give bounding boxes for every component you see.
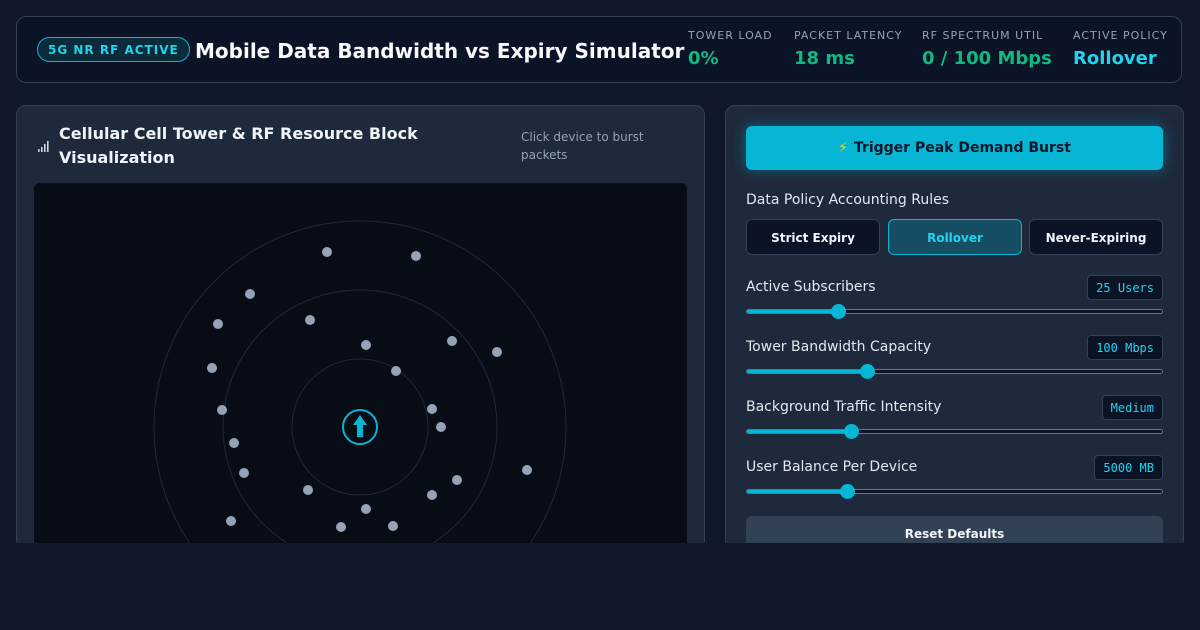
subscriber-device[interactable] bbox=[436, 422, 446, 432]
subscriber-device[interactable] bbox=[388, 521, 398, 531]
user-balance-slider[interactable] bbox=[746, 484, 1163, 499]
subscriber-device[interactable] bbox=[492, 347, 502, 357]
active-subscribers-label: Active Subscribers bbox=[746, 279, 876, 295]
subscriber-device[interactable] bbox=[229, 438, 239, 448]
subscriber-device[interactable] bbox=[391, 366, 401, 376]
slider-fill bbox=[747, 490, 847, 493]
coverage-ring-outer bbox=[153, 220, 567, 549]
stat-label: RF SPECTRUM UTIL bbox=[922, 29, 1044, 42]
trigger-burst-button[interactable]: ⚡ Trigger Peak Demand Burst bbox=[746, 126, 1163, 170]
subscriber-device[interactable] bbox=[452, 475, 462, 485]
controls-panel: ⚡ Trigger Peak Demand Burst Data Policy … bbox=[725, 105, 1184, 550]
user-balance-value: 5000 MB bbox=[1094, 455, 1163, 480]
app-title: Mobile Data Bandwidth vs Expiry Simulato… bbox=[195, 39, 685, 63]
policy-section-label: Data Policy Accounting Rules bbox=[746, 192, 949, 208]
subscriber-device[interactable] bbox=[411, 251, 421, 261]
stat-rf-spectrum-util: RF SPECTRUM UTIL 0 / 100 Mbps bbox=[922, 29, 1052, 69]
slider-fill bbox=[747, 370, 868, 373]
visualization-panel: Cellular Cell Tower & RF Resource Block … bbox=[16, 105, 705, 550]
subscriber-device[interactable] bbox=[427, 490, 437, 500]
slider-thumb[interactable] bbox=[831, 304, 847, 319]
policy-rollover-button[interactable]: Rollover bbox=[888, 219, 1022, 255]
network-status-badge: 5G NR RF ACTIVE bbox=[37, 37, 190, 62]
subscriber-device[interactable] bbox=[217, 405, 227, 415]
stat-value: 18 ms bbox=[794, 48, 855, 69]
user-balance-label: User Balance Per Device bbox=[746, 459, 918, 475]
page-background bbox=[0, 543, 1200, 630]
active-subscribers-slider[interactable] bbox=[746, 304, 1163, 319]
slider-thumb[interactable] bbox=[843, 424, 859, 439]
stat-tower-load: TOWER LOAD 0% bbox=[688, 29, 773, 69]
subscriber-device[interactable] bbox=[427, 404, 437, 414]
stat-label: ACTIVE POLICY bbox=[1073, 29, 1168, 42]
subscriber-device[interactable] bbox=[239, 468, 249, 478]
tower-icon[interactable] bbox=[342, 409, 378, 445]
visualization-title: Cellular Cell Tower & RF Resource Block … bbox=[59, 124, 418, 167]
tower-bandwidth-label: Tower Bandwidth Capacity bbox=[746, 339, 932, 355]
stat-value: 0% bbox=[688, 48, 719, 69]
stat-value: Rollover bbox=[1073, 48, 1157, 69]
tower-canvas[interactable] bbox=[34, 183, 687, 549]
subscriber-device[interactable] bbox=[522, 465, 532, 475]
subscriber-device[interactable] bbox=[361, 340, 371, 350]
stat-packet-latency: PACKET LATENCY 18 ms bbox=[794, 29, 902, 69]
subscriber-device[interactable] bbox=[336, 522, 346, 532]
stat-label: PACKET LATENCY bbox=[794, 29, 903, 42]
slider-thumb[interactable] bbox=[860, 364, 876, 379]
stat-active-policy: ACTIVE POLICY Rollover bbox=[1073, 29, 1168, 69]
subscriber-device[interactable] bbox=[447, 336, 457, 346]
background-traffic-label: Background Traffic Intensity bbox=[746, 399, 942, 415]
slider-fill bbox=[747, 430, 851, 433]
background-traffic-slider[interactable] bbox=[746, 424, 1163, 439]
active-subscribers-value: 25 Users bbox=[1087, 275, 1163, 300]
stat-value: 0 / 100 Mbps bbox=[922, 48, 1052, 69]
subscriber-device[interactable] bbox=[361, 504, 371, 514]
subscriber-device[interactable] bbox=[322, 247, 332, 257]
app-header: 5G NR RF ACTIVE Mobile Data Bandwidth vs… bbox=[16, 16, 1182, 83]
tower-visualization bbox=[153, 220, 567, 549]
slider-fill bbox=[747, 310, 839, 313]
tower-bandwidth-value: 100 Mbps bbox=[1087, 335, 1163, 360]
subscriber-device[interactable] bbox=[213, 319, 223, 329]
lightning-icon: ⚡ bbox=[838, 140, 848, 156]
subscriber-device[interactable] bbox=[303, 485, 313, 495]
subscriber-device[interactable] bbox=[207, 363, 217, 373]
subscriber-device[interactable] bbox=[226, 516, 236, 526]
signal-icon bbox=[38, 141, 49, 152]
subscriber-device[interactable] bbox=[245, 289, 255, 299]
tower-bandwidth-slider[interactable] bbox=[746, 364, 1163, 379]
background-traffic-value: Medium bbox=[1101, 395, 1163, 420]
policy-strict-expiry-button[interactable]: Strict Expiry bbox=[746, 219, 880, 255]
visualization-hint: Click device to burst packets bbox=[521, 130, 644, 162]
trigger-burst-label: Trigger Peak Demand Burst bbox=[853, 140, 1071, 156]
slider-thumb[interactable] bbox=[839, 484, 855, 499]
subscriber-device[interactable] bbox=[305, 315, 315, 325]
policy-never-expiring-button[interactable]: Never-Expiring bbox=[1029, 219, 1163, 255]
stat-label: TOWER LOAD bbox=[688, 29, 773, 42]
